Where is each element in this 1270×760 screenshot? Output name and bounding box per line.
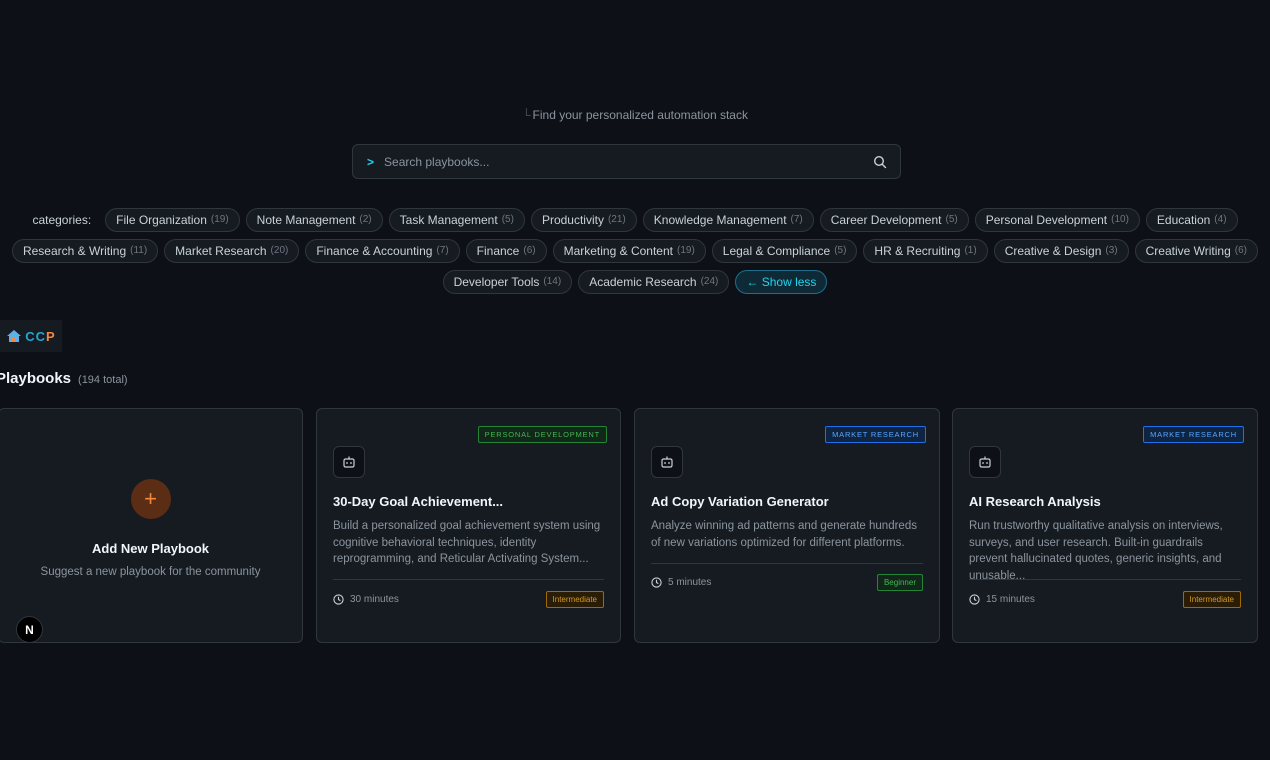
difficulty-badge: Intermediate	[546, 591, 604, 608]
add-card-title: Add New Playbook	[92, 541, 209, 556]
clock-icon	[969, 594, 980, 605]
card-description: Analyze winning ad patterns and generate…	[651, 518, 923, 551]
categories-label: categories:	[32, 213, 91, 227]
card-description: Build a personalized goal achievement sy…	[333, 518, 604, 568]
tagline-text: Find your personalized automation stack	[533, 108, 748, 122]
category-chip[interactable]: Marketing & Content(19)	[553, 239, 706, 263]
category-chip[interactable]: Research & Writing(11)	[12, 239, 158, 263]
category-chip[interactable]: Knowledge Management(7)	[643, 208, 814, 232]
category-row: Research & Writing(11) Market Research(2…	[0, 238, 1270, 263]
search-icon[interactable]	[873, 155, 887, 169]
difficulty-badge: Beginner	[877, 574, 923, 591]
bot-icon	[342, 455, 356, 469]
plus-icon: +	[131, 479, 171, 519]
playbook-card[interactable]: PERSONAL DEVELOPMENT 30-Day Goal Achieve…	[316, 408, 621, 643]
category-chip[interactable]: Productivity(21)	[531, 208, 637, 232]
corner-glyph: └	[522, 108, 531, 122]
dev-tools-button[interactable]: N	[16, 616, 43, 643]
card-title: AI Research Analysis	[969, 494, 1243, 509]
category-row: Developer Tools(14) Academic Research(24…	[0, 269, 1270, 294]
playbook-card[interactable]: MARKET RESEARCH AI Research Analysis Run…	[952, 408, 1258, 643]
category-chip[interactable]: Creative Writing(6)	[1135, 239, 1258, 263]
search-bar[interactable]: > Search playbooks...	[352, 144, 901, 179]
bot-icon-box	[969, 446, 1001, 478]
category-chip[interactable]: Developer Tools(14)	[443, 270, 573, 294]
category-chip[interactable]: HR & Recruiting(1)	[863, 239, 987, 263]
category-chip[interactable]: Education(4)	[1146, 208, 1238, 232]
category-badge: MARKET RESEARCH	[1143, 426, 1244, 443]
card-duration: 5 minutes	[651, 577, 711, 588]
category-chip[interactable]: Task Management(5)	[389, 208, 525, 232]
category-chip[interactable]: Career Development(5)	[820, 208, 969, 232]
card-description: Run trustworthy qualitative analysis on …	[969, 518, 1241, 584]
bot-icon-box	[333, 446, 365, 478]
total-count: (194 total)	[78, 374, 128, 386]
card-divider	[969, 579, 1241, 580]
category-badge: PERSONAL DEVELOPMENT	[478, 426, 607, 443]
clock-icon	[333, 594, 344, 605]
tagline: └Find your personalized automation stack	[0, 108, 1270, 122]
difficulty-badge: Intermediate	[1183, 591, 1241, 608]
playbook-card[interactable]: MARKET RESEARCH Ad Copy Variation Genera…	[634, 408, 940, 643]
category-chip[interactable]: Academic Research(24)	[578, 270, 729, 294]
ccp-logo[interactable]: CCP	[0, 320, 62, 352]
add-card-subtitle: Suggest a new playbook for the community	[41, 566, 261, 578]
bot-icon	[978, 455, 992, 469]
add-playbook-card[interactable]: + Add New Playbook Suggest a new playboo…	[0, 408, 303, 643]
category-filter: categories: File Organization(19) Note M…	[0, 207, 1270, 300]
card-title: Ad Copy Variation Generator	[651, 494, 925, 509]
category-chip[interactable]: Finance(6)	[466, 239, 547, 263]
card-duration: 30 minutes	[333, 594, 399, 605]
category-chip[interactable]: File Organization(19)	[105, 208, 240, 232]
show-less-button[interactable]: ← Show less	[735, 270, 827, 294]
category-badge: MARKET RESEARCH	[825, 426, 926, 443]
category-chip[interactable]: Note Management(2)	[246, 208, 383, 232]
card-divider	[651, 563, 923, 564]
bot-icon	[660, 455, 674, 469]
category-chip[interactable]: Creative & Design(3)	[994, 239, 1129, 263]
bot-icon-box	[651, 446, 683, 478]
category-row: categories: File Organization(19) Note M…	[0, 207, 1270, 232]
category-chip[interactable]: Legal & Compliance(5)	[712, 239, 858, 263]
card-duration: 15 minutes	[969, 594, 1035, 605]
prompt-glyph: >	[367, 155, 374, 169]
category-chip[interactable]: Personal Development(10)	[975, 208, 1140, 232]
category-chip[interactable]: Finance & Accounting(7)	[305, 239, 459, 263]
playbooks-header: Playbooks (194 total)	[0, 370, 128, 387]
card-title: 30-Day Goal Achievement...	[333, 494, 606, 509]
search-input[interactable]: Search playbooks...	[384, 155, 873, 169]
category-chip[interactable]: Market Research(20)	[164, 239, 299, 263]
logo-text: CCP	[25, 329, 55, 344]
clock-icon	[651, 577, 662, 588]
card-divider	[333, 579, 604, 580]
logo-house-icon	[6, 329, 22, 343]
section-title: Playbooks	[0, 370, 71, 387]
